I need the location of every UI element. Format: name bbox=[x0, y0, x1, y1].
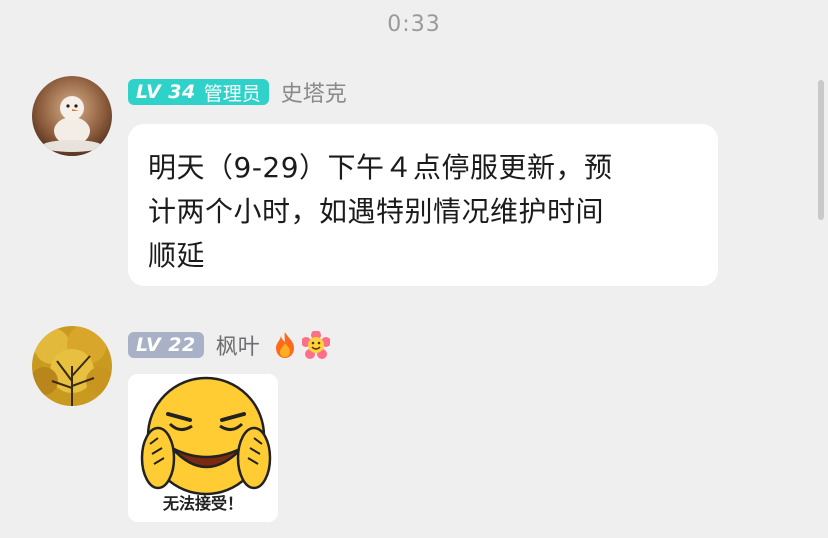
ginkgo-tree-avatar-icon bbox=[32, 326, 112, 406]
message-timestamp: 0:33 bbox=[387, 12, 441, 37]
sticker-message[interactable]: 无法接受！ bbox=[128, 374, 278, 522]
avatar-fengye[interactable] bbox=[32, 326, 112, 406]
message-line: 顺延 bbox=[148, 239, 206, 272]
sticker-caption: 无法接受！ bbox=[162, 494, 243, 513]
level-badge: LV 22 bbox=[128, 332, 204, 358]
message-line: 计两个小时，如遇特别情况维护时间 bbox=[148, 195, 605, 228]
avatar-stark[interactable] bbox=[32, 76, 112, 156]
sender-name[interactable]: 枫叶 bbox=[216, 329, 260, 361]
message-line: 明天（9-29）下午４点停服更新，预 bbox=[148, 151, 613, 184]
scrollbar[interactable] bbox=[818, 80, 824, 220]
message-bubble[interactable]: 明天（9-29）下午４点停服更新，预 计两个小时，如遇特别情况维护时间 顺延 bbox=[128, 124, 718, 286]
snowman-avatar-icon bbox=[32, 76, 112, 156]
smiley-flower-icon bbox=[300, 330, 331, 359]
level-badge: LV 34 bbox=[128, 79, 200, 105]
sender-info-stark: LV 34 管理员 史塔克 bbox=[128, 77, 347, 107]
admin-role-badge: 管理员 bbox=[199, 79, 269, 105]
sender-info-fengye: LV 22 枫叶 bbox=[128, 329, 331, 361]
fire-icon bbox=[272, 331, 298, 359]
sender-name[interactable]: 史塔克 bbox=[281, 76, 347, 108]
